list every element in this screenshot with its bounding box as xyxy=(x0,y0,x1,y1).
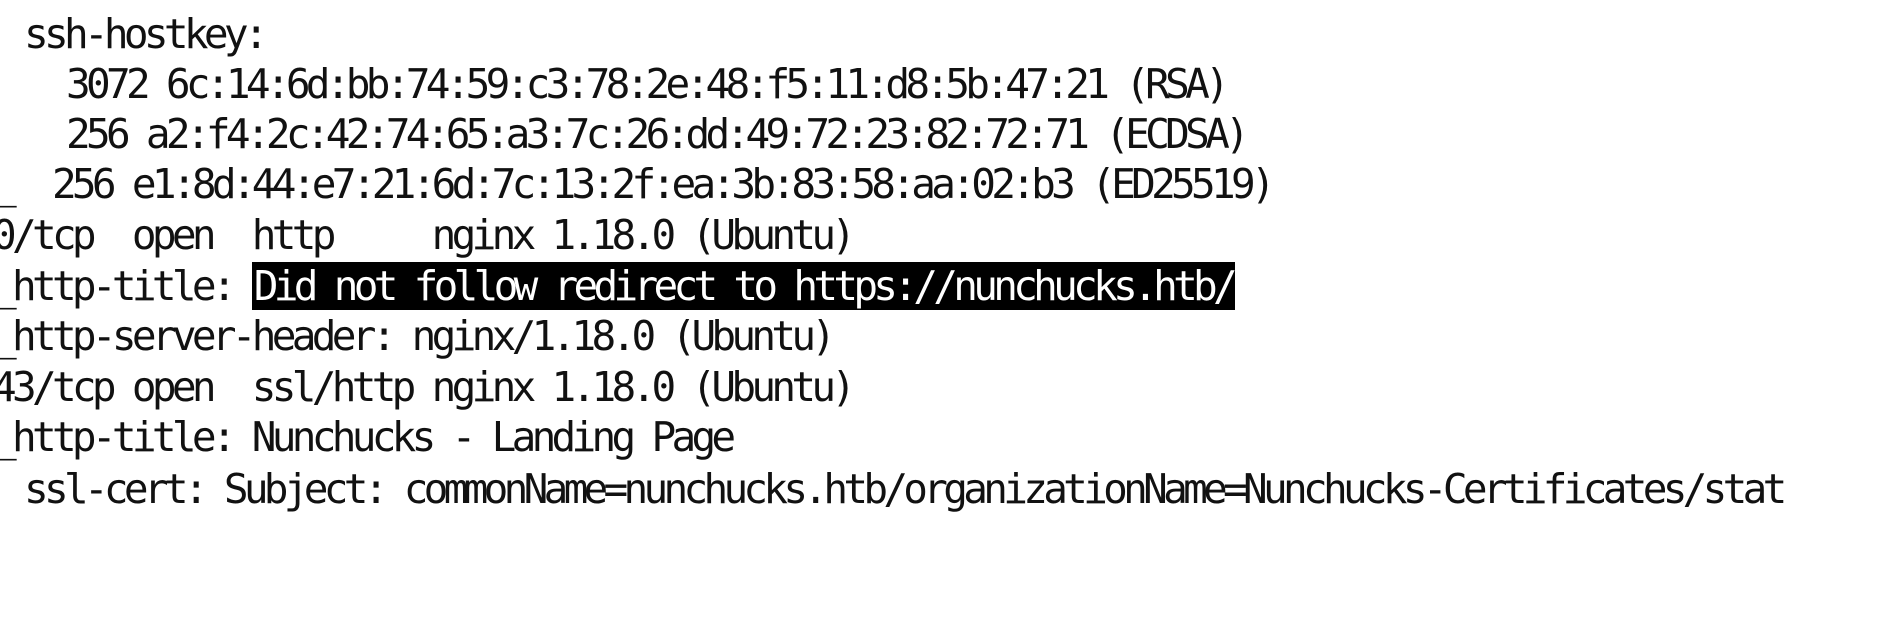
http-title-prefix: _http-title: xyxy=(0,262,252,310)
output-line-ssl-cert: ssl-cert: Subject: commonName=nunchucks.… xyxy=(24,465,1787,513)
terminal-output[interactable]: ssh-hostkey: 3072 6c:14:6d:bb:74:59:c3:7… xyxy=(0,0,1886,621)
output-line-http-title-443: _http-title: Nunchucks - Landing Page xyxy=(0,413,736,461)
selected-text-highlight[interactable]: Did not follow redirect to https://nunch… xyxy=(251,262,1238,310)
cropped-top-edge xyxy=(0,0,1886,3)
